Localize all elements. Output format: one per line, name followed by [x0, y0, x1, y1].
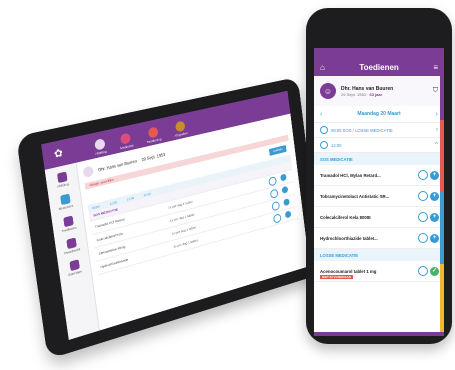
status-bar: [314, 48, 444, 58]
tablet-screen: ✿ Afdeling Bewoners Toedienen Overdracht…: [41, 90, 310, 340]
add-icon[interactable]: +: [430, 212, 439, 222]
chevron-right-icon[interactable]: ›: [436, 111, 438, 118]
tab-medicatie[interactable]: Medicatie: [118, 132, 134, 152]
tablet-device: ✿ Afdeling Bewoners Toedienen Overdracht…: [16, 76, 323, 360]
page-title: Toedienen: [359, 62, 399, 72]
brand-stripe: [440, 48, 444, 336]
patient-dob: 29 Sept. 1953: [141, 151, 166, 162]
sidebar-item-bewoners[interactable]: Bewoners: [57, 193, 74, 211]
time-slot-row[interactable]: 12:00 ^: [314, 138, 444, 153]
date-selector: ‹ Maandag 20 Maart ›: [314, 106, 444, 123]
phone-screen: ⌂ Toedienen ≡ ☺ Dhr. Hans van Buuren 29 …: [314, 48, 444, 336]
stock-badge: NIET IN VOORRAAD: [320, 275, 354, 279]
add-icon[interactable]: +: [430, 233, 439, 243]
shield-icon[interactable]: ⛉: [433, 87, 438, 95]
current-date[interactable]: Maandag 20 Maart: [357, 111, 400, 117]
info-icon[interactable]: [418, 170, 428, 180]
section-header: SOS MEDICATIE: [314, 153, 444, 165]
sidebar-item-overdracht[interactable]: Overdracht: [62, 237, 80, 256]
sidebar-item-berichten[interactable]: Berichten: [67, 259, 82, 277]
home-icon[interactable]: ⌂: [320, 63, 325, 72]
chevron-up-icon: ^: [435, 142, 438, 148]
clock-icon: [320, 141, 328, 149]
add-icon[interactable]: [280, 173, 287, 182]
sidebar-item-toedienen[interactable]: Toedienen: [60, 215, 77, 233]
clock-icon: [320, 126, 328, 134]
add-icon[interactable]: [284, 210, 292, 219]
info-icon[interactable]: [418, 266, 428, 276]
list-item[interactable]: Hydrochloorthiazide tablet... +: [314, 228, 444, 249]
menu-icon[interactable]: ≡: [433, 63, 438, 72]
info-icon[interactable]: [269, 188, 279, 199]
add-icon[interactable]: +: [430, 191, 439, 201]
time-slot-row[interactable]: 08:00 SOS / LOSSE MEDICATIE ›: [314, 123, 444, 138]
list-item[interactable]: Tramadol HCl, Mylan Retard... +: [314, 165, 444, 186]
patient-age: 63 jaar: [369, 91, 383, 97]
app-header: ⌂ Toedienen ≡: [314, 58, 444, 76]
chevron-right-icon: ›: [436, 127, 438, 133]
patient-card[interactable]: ☺ Dhr. Hans van Buuren 29 Sept. 1953 · 6…: [314, 76, 444, 106]
info-icon[interactable]: [418, 233, 428, 243]
avatar: [82, 165, 94, 179]
tab-afdeling[interactable]: Afdeling: [93, 138, 107, 158]
patient-name: Dhr. Hans van Buuren: [97, 157, 138, 172]
info-icon[interactable]: [418, 212, 428, 222]
list-item[interactable]: Acenocoumarol tablet 1 mg NIET IN VOORRAA…: [314, 261, 444, 282]
avatar: ☺: [320, 83, 336, 99]
add-icon[interactable]: [281, 185, 289, 194]
sidebar-item-afdeling[interactable]: Afdeling: [55, 171, 69, 189]
add-icon[interactable]: +: [430, 170, 439, 180]
add-icon[interactable]: [283, 198, 290, 207]
info-icon[interactable]: [271, 200, 281, 212]
section-header: LOSSE MEDICATIE: [314, 249, 444, 261]
save-button[interactable]: Opslaan: [268, 145, 287, 156]
info-icon[interactable]: [268, 176, 277, 187]
patient-dob: 29 Sept. 1953: [341, 91, 366, 97]
check-icon[interactable]: ✓: [430, 266, 439, 276]
chevron-left-icon[interactable]: ‹: [320, 111, 322, 118]
patient-dob-line: 29 Sept. 1953 · 63 jaar: [341, 91, 383, 97]
list-item[interactable]: Tobramycinetolact Antistatic SR... +: [314, 186, 444, 207]
phone-device: ⌂ Toedienen ≡ ☺ Dhr. Hans van Buuren 29 …: [306, 8, 452, 344]
info-icon[interactable]: [273, 213, 282, 224]
info-icon[interactable]: [418, 191, 428, 201]
tab-toediening[interactable]: Toediening: [145, 126, 162, 146]
list-item[interactable]: Colecalciferol Kela 800IE +: [314, 207, 444, 228]
bottom-bar: [314, 332, 444, 336]
tab-afspraken[interactable]: Afspraken: [173, 120, 189, 140]
